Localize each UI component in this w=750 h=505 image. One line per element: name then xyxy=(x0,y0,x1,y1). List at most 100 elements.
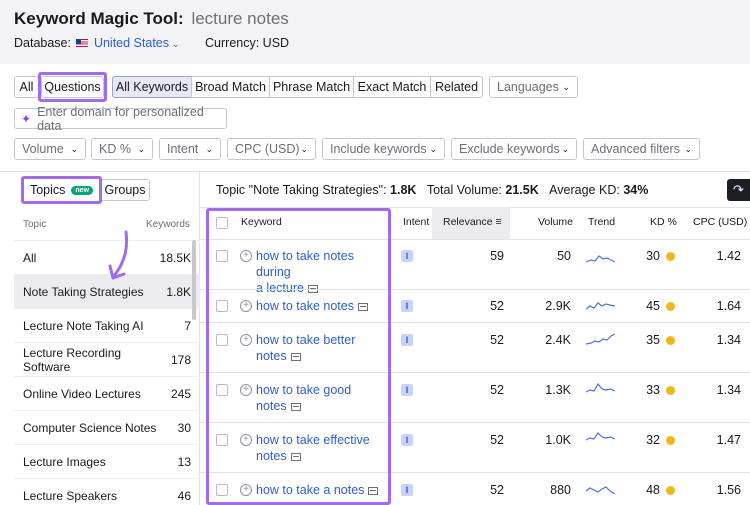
topic-row[interactable]: Lecture Note Taking AI 7 xyxy=(14,308,200,342)
intent-filter[interactable]: Intent ⌄ xyxy=(159,138,221,160)
topics-scrollbar[interactable] xyxy=(192,240,196,320)
topic-row-selected[interactable]: Note Taking Strategies 1.8K xyxy=(14,274,200,308)
keyword-text: how to take a notes xyxy=(256,483,365,497)
relevance-header[interactable]: Relevance ≡ xyxy=(443,216,502,228)
serp-icon[interactable] xyxy=(290,453,301,461)
trend-header[interactable]: Trend xyxy=(588,216,615,228)
search-query: lecture notes xyxy=(191,9,289,28)
keyword-link[interactable]: how to take effective notes xyxy=(256,432,388,464)
tab-topics[interactable]: Topics new xyxy=(24,179,99,201)
exclude-keywords-filter[interactable]: Exclude keywords ⌄ xyxy=(451,138,577,160)
topic-name: Computer Science Notes xyxy=(23,420,157,435)
tab-broad-match[interactable]: Broad Match xyxy=(191,76,270,98)
add-keyword-icon[interactable]: + xyxy=(240,300,252,312)
keyword-link[interactable]: how to take a notes xyxy=(256,482,388,498)
topic-row[interactable]: Lecture Speakers 46 xyxy=(14,478,200,505)
row-checkbox[interactable] xyxy=(216,250,228,262)
advanced-filters[interactable]: Advanced filters ⌄ xyxy=(583,138,700,160)
tab-label: Broad Match xyxy=(195,80,266,94)
add-keyword-icon[interactable]: + xyxy=(240,484,252,496)
tool-title: Keyword Magic Tool: xyxy=(14,9,184,28)
topic-name: Lecture Images xyxy=(23,454,106,469)
row-checkbox[interactable] xyxy=(216,434,228,446)
keyword-text: notes xyxy=(256,449,287,463)
include-keywords-filter[interactable]: Include keywords ⌄ xyxy=(322,138,445,160)
topic-name: Lecture Speakers xyxy=(23,488,118,503)
tab-phrase-match[interactable]: Phrase Match xyxy=(269,76,354,98)
volume-header[interactable]: Volume xyxy=(538,216,573,228)
new-badge: new xyxy=(71,185,94,195)
trend-sparkline xyxy=(586,486,615,495)
kd-dot-icon xyxy=(666,336,675,345)
row-checkbox[interactable] xyxy=(216,384,228,396)
topic-row[interactable]: Lecture Recording Software 178 xyxy=(14,342,200,376)
divider xyxy=(200,239,750,240)
topic-count: 178 xyxy=(170,352,191,367)
topic-count: 1.8K xyxy=(166,284,191,299)
chevron-down-icon: ⌄ xyxy=(172,39,180,49)
volume-filter[interactable]: Volume ⌄ xyxy=(14,138,86,160)
database-selector[interactable]: United States ⌄ xyxy=(94,36,180,50)
keyword-text: notes xyxy=(256,349,287,363)
serp-icon[interactable] xyxy=(290,403,301,411)
topic-row[interactable]: Online Video Lectures 245 xyxy=(14,376,200,410)
volume-value: 50 xyxy=(557,249,571,263)
cpc-filter[interactable]: CPC (USD) ⌄ xyxy=(227,138,316,160)
tab-all-keywords[interactable]: All Keywords xyxy=(112,76,192,98)
tab-all-questions[interactable]: All xyxy=(14,76,39,98)
keyword-link[interactable]: how to take good notes xyxy=(256,382,388,414)
tab-groups[interactable]: Groups xyxy=(100,179,150,201)
serp-icon[interactable] xyxy=(368,487,379,495)
topic-row[interactable]: Computer Science Notes 30 xyxy=(14,410,200,444)
topic-count: 18.5K xyxy=(159,250,191,265)
topic-row[interactable]: Lecture Images 13 xyxy=(14,444,200,478)
topic-name: Lecture Note Taking AI xyxy=(23,318,144,333)
keyword-text: how to take good xyxy=(256,383,352,397)
tab-questions[interactable]: Questions xyxy=(41,76,104,98)
domain-input[interactable]: ✦ Enter domain for personalized data xyxy=(14,105,227,133)
topic-column-header: Topic xyxy=(23,219,47,230)
summary-kd-value: 34% xyxy=(623,183,649,197)
tab-label: Topics xyxy=(29,183,66,197)
serp-icon[interactable] xyxy=(290,353,301,361)
filter-label: KD % xyxy=(99,142,131,156)
row-checkbox[interactable] xyxy=(216,300,228,312)
trend-sparkline xyxy=(586,255,615,263)
add-keyword-icon[interactable]: + xyxy=(240,434,252,446)
intent-header[interactable]: Intent xyxy=(403,216,429,228)
row-checkbox[interactable] xyxy=(216,484,228,496)
keyword-link[interactable]: how to take notes xyxy=(256,298,388,314)
keyword-header[interactable]: Keyword xyxy=(241,216,282,228)
add-keyword-icon[interactable]: + xyxy=(240,250,252,262)
export-button[interactable]: ↷ xyxy=(727,179,750,201)
us-flag-icon xyxy=(76,39,89,47)
keyword-link[interactable]: how to take better notes xyxy=(256,332,388,364)
kd-value: 48 xyxy=(646,483,660,497)
filter-label: Intent xyxy=(167,142,199,156)
trend-sparkline xyxy=(586,432,615,441)
add-keyword-icon[interactable]: + xyxy=(240,384,252,396)
cpc-value: 1.47 xyxy=(716,433,741,447)
tab-exact-match[interactable]: Exact Match xyxy=(353,76,431,98)
topic-row[interactable]: All 18.5K xyxy=(14,240,200,274)
kd-header[interactable]: KD % xyxy=(650,216,677,228)
row-checkbox[interactable] xyxy=(216,334,228,346)
database-label: Database: xyxy=(14,36,71,50)
select-all-checkbox[interactable] xyxy=(216,217,228,229)
tab-related[interactable]: Related xyxy=(430,76,483,98)
cpc-header[interactable]: CPC (USD) xyxy=(693,216,747,228)
volume-value: 880 xyxy=(550,483,571,497)
cpc-value: 1.34 xyxy=(716,383,741,397)
languages-dropdown[interactable]: Languages ⌄ xyxy=(489,76,578,98)
summary-topic-label: Topic "Note Taking Strategies": xyxy=(216,183,387,197)
divider xyxy=(200,322,750,323)
summary-topic-value: 1.8K xyxy=(390,183,417,197)
summary-volume-value: 21.5K xyxy=(505,183,539,197)
chevron-down-icon: ⌄ xyxy=(205,143,213,154)
add-keyword-icon[interactable]: + xyxy=(240,334,252,346)
volume-value: 1.3K xyxy=(545,383,571,397)
serp-icon[interactable] xyxy=(357,303,368,311)
database-line: Database: United States ⌄ Currency: USD xyxy=(14,36,289,50)
intent-badge: I xyxy=(401,300,413,312)
kd-filter[interactable]: KD % ⌄ xyxy=(91,138,153,160)
